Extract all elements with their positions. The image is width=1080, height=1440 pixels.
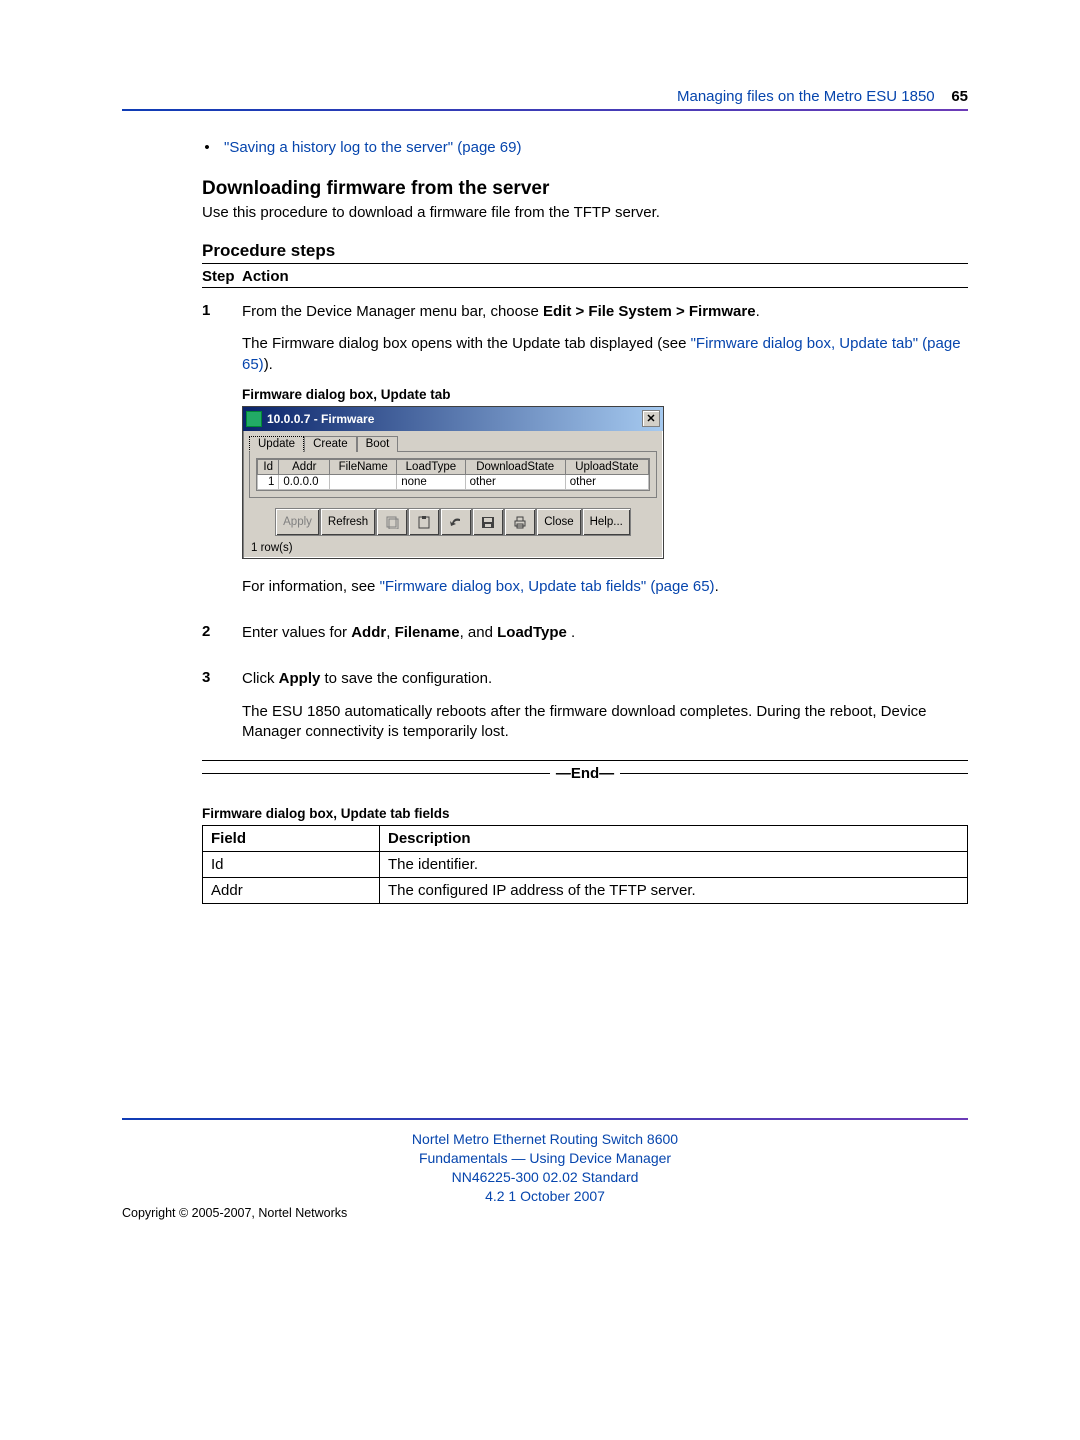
rule — [202, 263, 968, 264]
status-bar: 1 row(s) — [243, 540, 663, 558]
table-row: Addr The configured IP address of the TF… — [203, 878, 968, 904]
close-icon[interactable]: ✕ — [642, 410, 660, 427]
page-number: 65 — [951, 88, 968, 105]
end-marker: —End— — [202, 765, 968, 782]
step3-p1: Click Apply to save the configuration. — [242, 669, 968, 689]
table-row[interactable]: 1 0.0.0.0 none other other — [258, 474, 649, 489]
bullet-dot: • — [202, 139, 212, 156]
col-uploadstate[interactable]: UploadState — [565, 459, 648, 474]
footer-l3: NN46225-300 02.02 Standard — [122, 1168, 968, 1187]
refresh-button[interactable]: Refresh — [320, 508, 376, 536]
col-loadtype[interactable]: LoadType — [397, 459, 465, 474]
procedure-heading: Procedure steps — [202, 241, 968, 261]
fields-table: Field Description Id The identifier. Add… — [202, 825, 968, 904]
footer-l1: Nortel Metro Ethernet Routing Switch 860… — [122, 1130, 968, 1149]
data-grid[interactable]: Id Addr FileName LoadType DownloadState … — [256, 458, 650, 491]
header-title: Managing files on the Metro ESU 1850 — [677, 88, 935, 105]
app-icon — [246, 411, 262, 427]
rule — [202, 287, 968, 288]
step1-post: For information, see "Firmware dialog bo… — [242, 577, 968, 597]
col-addr[interactable]: Addr — [279, 459, 330, 474]
step-number: 1 — [202, 302, 218, 609]
tab-boot[interactable]: Boot — [357, 436, 399, 452]
figure-caption: Firmware dialog box, Update tab — [242, 387, 968, 402]
step3-p2: The ESU 1850 automatically reboots after… — [242, 702, 968, 743]
bullet-link[interactable]: "Saving a history log to the server" (pa… — [224, 139, 521, 156]
tab-create[interactable]: Create — [304, 436, 357, 452]
footer-l2: Fundamentals — Using Device Manager — [122, 1149, 968, 1168]
step-number: 2 — [202, 623, 218, 655]
firmware-dialog: 10.0.0.7 - Firmware ✕ Update Create Boot… — [242, 406, 664, 559]
bullet-item: • "Saving a history log to the server" (… — [202, 139, 968, 156]
tab-bar: Update Create Boot — [243, 431, 663, 451]
step1-p2: The Firmware dialog box opens with the U… — [242, 334, 968, 375]
step-1: 1 From the Device Manager menu bar, choo… — [202, 302, 968, 609]
section-intro: Use this procedure to download a firmwar… — [202, 204, 968, 221]
col-filename[interactable]: FileName — [330, 459, 397, 474]
dialog-titlebar: 10.0.0.7 - Firmware ✕ — [243, 407, 663, 431]
print-icon[interactable] — [504, 508, 536, 536]
col-downloadstate[interactable]: DownloadState — [465, 459, 565, 474]
copy-icon[interactable] — [376, 508, 408, 536]
header-rule — [122, 109, 968, 111]
step2-p: Enter values for Addr, Filename, and Loa… — [242, 623, 968, 643]
footer-rule — [122, 1118, 968, 1120]
step1-p1: From the Device Manager menu bar, choose… — [242, 302, 968, 322]
tab-pane: Id Addr FileName LoadType DownloadState … — [249, 451, 657, 498]
step1-post-link[interactable]: "Firmware dialog box, Update tab fields"… — [380, 578, 715, 595]
tab-update[interactable]: Update — [249, 436, 304, 452]
fields-th-field: Field — [203, 826, 380, 852]
col-step: Step — [202, 268, 218, 285]
button-row: Apply Refresh Close Help... — [243, 498, 663, 540]
undo-icon[interactable] — [440, 508, 472, 536]
step-3: 3 Click Apply to save the configuration.… — [202, 669, 968, 754]
fields-table-caption: Firmware dialog box, Update tab fields — [202, 806, 968, 821]
copyright: Copyright © 2005-2007, Nortel Networks — [122, 1206, 347, 1220]
paste-icon[interactable] — [408, 508, 440, 536]
running-header: Managing files on the Metro ESU 1850 65 — [122, 88, 968, 105]
section-heading: Downloading firmware from the server — [202, 178, 968, 200]
step-number: 3 — [202, 669, 218, 754]
help-button[interactable]: Help... — [582, 508, 631, 536]
dialog-title: 10.0.0.7 - Firmware — [267, 412, 642, 426]
rule — [202, 760, 968, 761]
col-action: Action — [242, 268, 289, 285]
close-button[interactable]: Close — [536, 508, 581, 536]
save-icon[interactable] — [472, 508, 504, 536]
step-header-row: Step Action — [202, 268, 968, 285]
step-2: 2 Enter values for Addr, Filename, and L… — [202, 623, 968, 655]
apply-button[interactable]: Apply — [275, 508, 320, 536]
fields-th-desc: Description — [380, 826, 968, 852]
footer-l4: 4.2 1 October 2007 — [122, 1187, 968, 1206]
col-id[interactable]: Id — [258, 459, 279, 474]
footer-block: Nortel Metro Ethernet Routing Switch 860… — [122, 1130, 968, 1206]
table-row: Id The identifier. — [203, 852, 968, 878]
